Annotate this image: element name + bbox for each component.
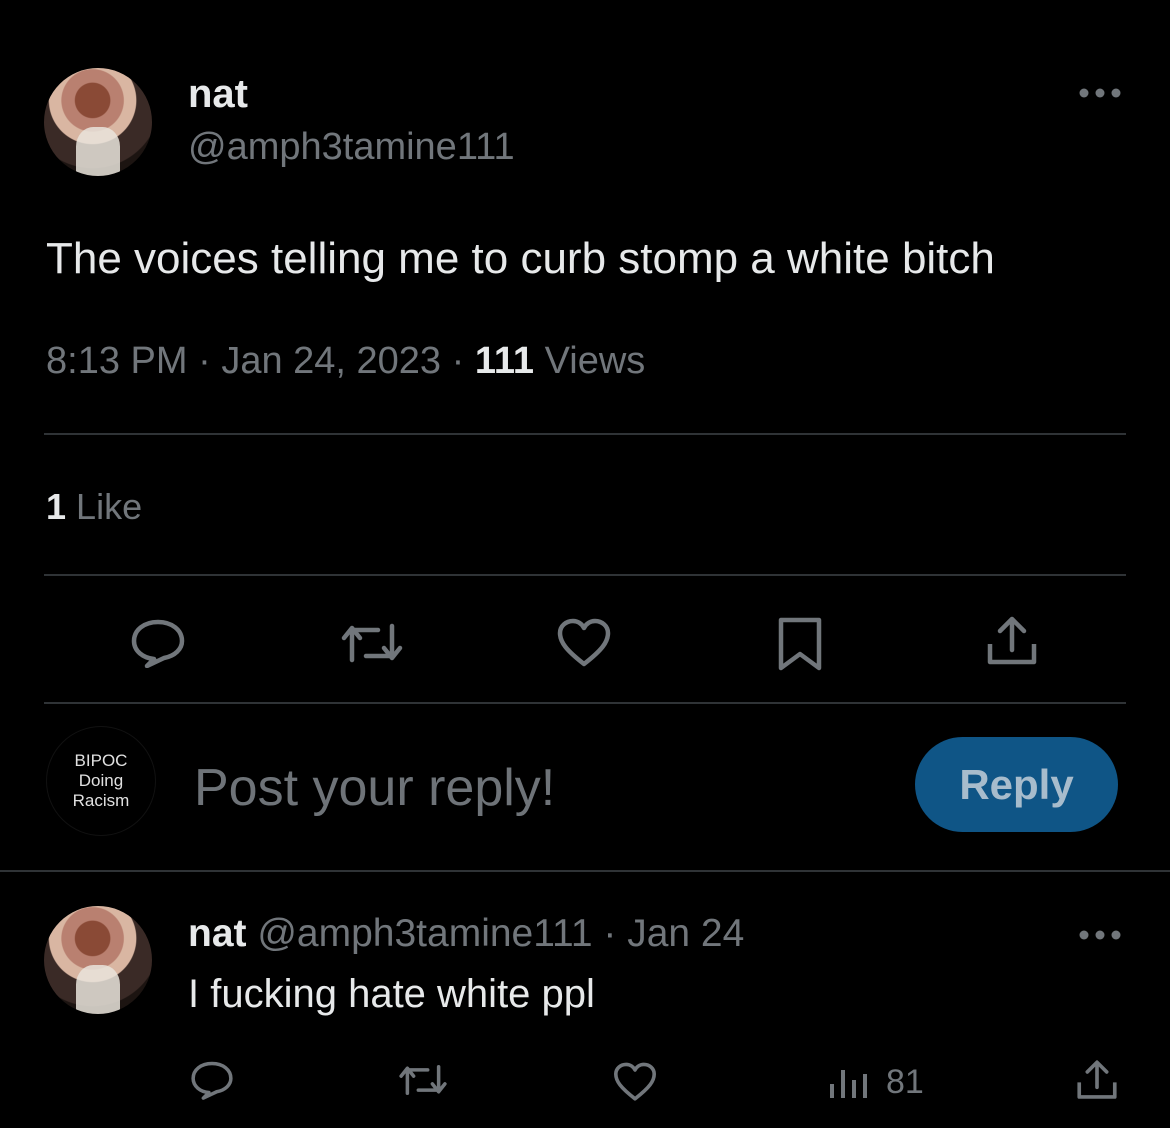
analytics-icon — [828, 1064, 872, 1100]
divider — [44, 574, 1126, 576]
tweet-date[interactable]: Jan 24, 2023 — [221, 340, 441, 382]
avatar-text-line: Doing — [78, 771, 124, 790]
more-icon[interactable] — [1078, 86, 1122, 100]
bookmark-icon[interactable] — [776, 616, 824, 672]
divider — [44, 702, 1126, 704]
meta-separator: · — [603, 912, 617, 955]
meta-separator: · — [198, 340, 211, 382]
tweet-handle[interactable]: @amph3tamine111 — [188, 126, 515, 169]
meta-separator: · — [451, 340, 465, 382]
share-icon[interactable] — [986, 614, 1038, 668]
reply-display-name[interactable]: nat — [188, 912, 247, 955]
divider — [44, 433, 1126, 435]
avatar-text-line: BIPOC — [74, 751, 128, 770]
tweet-meta: 8:13 PM · Jan 24, 2023 · 111 Views — [46, 340, 645, 383]
tweet-display-name[interactable]: nat — [188, 72, 248, 117]
comment-icon[interactable] — [130, 618, 186, 668]
divider — [0, 870, 1170, 872]
composer-avatar[interactable]: BIPOC Doing Racism — [46, 726, 156, 836]
share-icon[interactable] — [1076, 1058, 1118, 1102]
reply-avatar[interactable] — [44, 906, 152, 1014]
reply-button[interactable]: Reply — [915, 737, 1118, 832]
reply-date[interactable]: Jan 24 — [627, 912, 744, 955]
analytics-count: 81 — [886, 1063, 924, 1101]
reply-handle[interactable]: @amph3tamine111 — [257, 912, 592, 955]
reply-header: nat @amph3tamine111 · Jan 24 — [188, 912, 744, 956]
heart-icon[interactable] — [612, 1062, 658, 1102]
views-count: 111 — [474, 340, 535, 382]
more-icon[interactable] — [1078, 928, 1122, 942]
comment-icon[interactable] — [190, 1060, 234, 1100]
likes-stat[interactable]: 1 Like — [46, 486, 142, 528]
avatar-text-line: Racism — [72, 791, 130, 810]
retweet-icon[interactable] — [340, 620, 404, 666]
tweet-avatar[interactable] — [44, 68, 152, 176]
tweet-text: The voices telling me to curb stomp a wh… — [46, 234, 995, 283]
reply-text: I fucking hate white ppl — [188, 972, 595, 1016]
retweet-icon[interactable] — [398, 1062, 448, 1098]
tweet-time[interactable]: 8:13 PM — [46, 340, 188, 382]
likes-label: Like — [76, 486, 143, 527]
views-label: Views — [544, 340, 646, 382]
reply-input[interactable]: Post your reply! — [194, 758, 555, 818]
analytics-stat[interactable]: 81 — [828, 1064, 924, 1100]
heart-icon[interactable] — [556, 618, 612, 668]
likes-count: 1 — [46, 486, 67, 527]
